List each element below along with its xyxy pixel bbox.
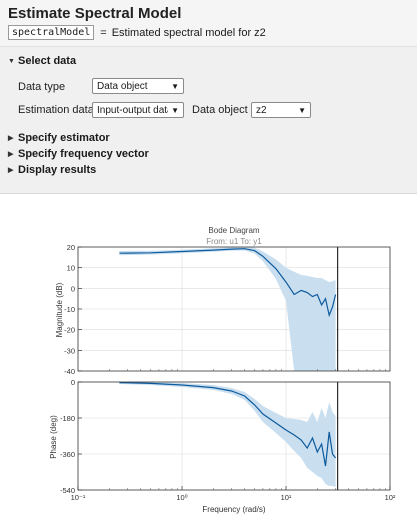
section-display-results[interactable]: ▶ Display results	[8, 164, 96, 176]
phase-tick-label: -360	[60, 450, 75, 459]
magnitude-tick-label: -10	[64, 305, 75, 314]
data-object-value: z2	[256, 104, 267, 116]
phase-plot-background	[78, 382, 390, 490]
data-type-label: Data type	[18, 81, 66, 93]
chevron-right-icon: ▶	[8, 151, 14, 158]
phase-tick-label: 0	[71, 378, 75, 387]
section-label: Specify frequency vector	[18, 148, 149, 160]
estimation-data-label: Estimation data:	[18, 104, 97, 116]
chart-subtitle: From: u1 To: y1	[206, 237, 262, 246]
magnitude-tick-label: 10	[67, 264, 75, 273]
estimation-data-value: Input-output data	[97, 104, 169, 116]
section-specify-frequency-vector[interactable]: ▶ Specify frequency vector	[8, 148, 149, 160]
task-description: Estimated spectral model for z2	[111, 26, 266, 39]
phase-axes: 0-180-360-540	[60, 378, 391, 495]
magnitude-tick-label: 0	[71, 284, 75, 293]
magnitude-tick-label: 20	[67, 243, 75, 252]
phase-tick-label: -180	[60, 414, 75, 423]
phase-axis-label: Phase (deg)	[49, 415, 58, 459]
frequency-tick-label: 10⁻¹	[71, 493, 86, 502]
data-object-label: Data object	[192, 104, 248, 116]
frequency-tick-label: 10¹	[281, 493, 292, 502]
data-object-dropdown[interactable]: z2 ▼	[251, 102, 311, 118]
frequency-axis-label: Frequency (rad/s)	[202, 505, 265, 514]
magnitude-tick-label: -30	[64, 346, 75, 355]
magnitude-tick-label: -20	[64, 326, 75, 335]
output-variable-row: spectralModel = Estimated spectral model…	[8, 25, 266, 40]
chevron-down-icon: ▼	[8, 57, 15, 65]
section-specify-estimator[interactable]: ▶ Specify estimator	[8, 132, 110, 144]
magnitude-tick-label: -40	[64, 367, 75, 376]
header: Estimate Spectral Model spectralModel = …	[0, 0, 417, 47]
dropdown-arrow-icon: ▼	[171, 81, 179, 91]
dropdown-arrow-icon: ▼	[171, 105, 179, 115]
dropdown-arrow-icon: ▼	[298, 105, 306, 115]
parameter-panel: ▼ Select data Data type Data object ▼ Es…	[0, 47, 417, 194]
estimation-data-dropdown[interactable]: Input-output data ▼	[92, 102, 184, 118]
section-label: Display results	[18, 164, 97, 176]
frequency-tick-label: 10⁰	[176, 493, 187, 502]
data-type-value: Data object	[97, 80, 148, 92]
chart-title: Bode Diagram	[208, 226, 259, 235]
output-variable-field[interactable]: spectralModel	[8, 25, 95, 40]
chevron-right-icon: ▶	[8, 135, 14, 142]
plot-area: Bode Diagram From: u1 To: y1 20 10 0 -10 -20…	[0, 195, 417, 532]
equals-sign: =	[100, 26, 107, 39]
section-label: Specify estimator	[18, 132, 110, 144]
frequency-tick-label: 10²	[385, 493, 396, 502]
data-type-dropdown[interactable]: Data object ▼	[92, 78, 184, 94]
magnitude-axis-label: Magnitude (dB)	[55, 282, 64, 337]
bode-diagram[interactable]: Bode Diagram From: u1 To: y1 20 10 0 -10 -20…	[0, 195, 417, 532]
page-title: Estimate Spectral Model	[8, 5, 182, 22]
magnitude-axes: 20 10 0 -10 -20 -30 -40	[64, 243, 391, 376]
section-label: Select data	[18, 55, 77, 67]
chevron-right-icon: ▶	[8, 167, 14, 174]
section-select-data[interactable]: ▼ Select data	[8, 55, 76, 67]
